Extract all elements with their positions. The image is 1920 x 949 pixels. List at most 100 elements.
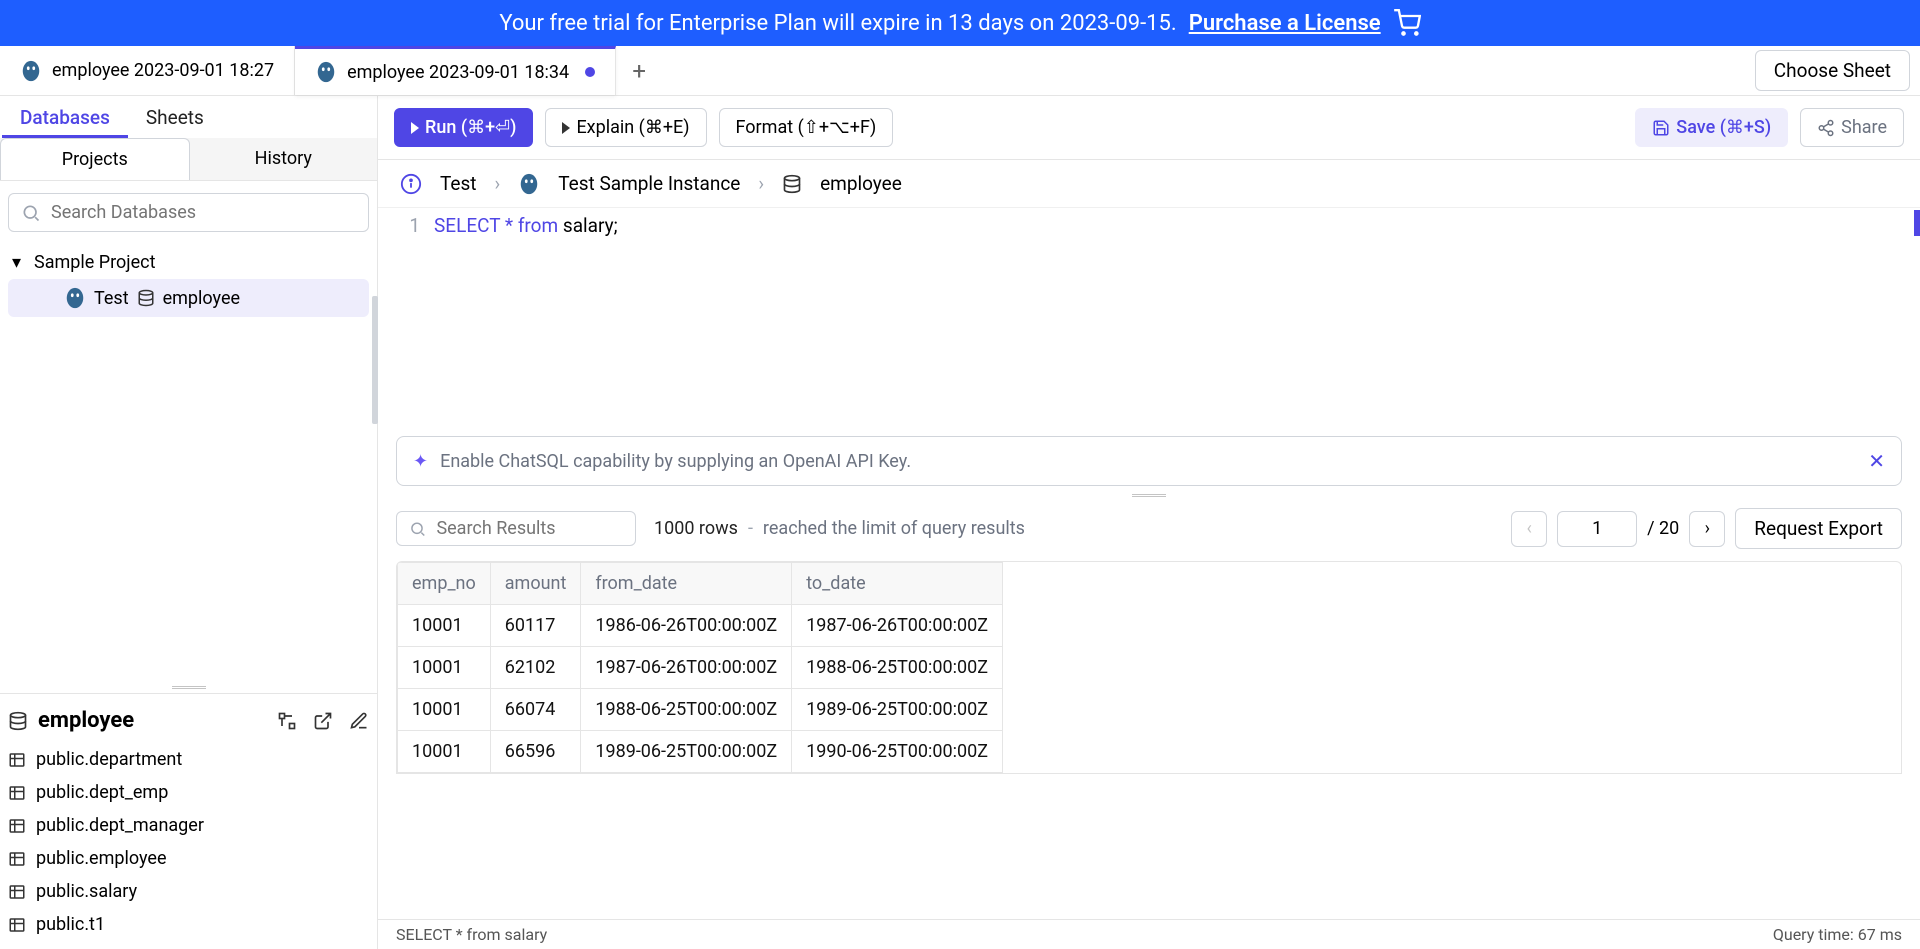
table-row[interactable]: public.employee (8, 842, 369, 875)
search-icon (409, 519, 426, 539)
bc-instance[interactable]: Test Sample Instance (558, 172, 740, 195)
table-row[interactable]: public.department (8, 743, 369, 776)
table-row[interactable]: public.t1 (8, 908, 369, 941)
share-icon (1817, 119, 1835, 137)
postgres-icon (64, 287, 86, 309)
table-row[interactable]: public.dept_emp (8, 776, 369, 809)
cell: 1987-06-26T00:00:00Z (792, 605, 1003, 647)
cell: 1990-06-25T00:00:00Z (792, 731, 1003, 773)
postgres-icon (20, 60, 42, 82)
close-icon[interactable]: ✕ (1868, 449, 1885, 473)
external-link-icon[interactable] (313, 711, 333, 731)
bc-database[interactable]: employee (820, 172, 902, 195)
table-row[interactable]: 10001660741988-06-25T00:00:00Z1989-06-25… (398, 689, 1003, 731)
add-tab-button[interactable]: + (616, 46, 662, 95)
sql-toolbar: Run (⌘+⏎) Explain (⌘+E) Format (⇧+⌥+F) S… (378, 96, 1920, 160)
save-icon (1652, 119, 1670, 137)
scroll-thumb[interactable] (1914, 210, 1920, 236)
table-name: public.department (36, 749, 182, 770)
search-databases-input[interactable] (51, 202, 356, 223)
postgres-icon (518, 173, 540, 195)
play-icon (411, 122, 419, 134)
table-row[interactable]: public.dept_manager (8, 809, 369, 842)
cell: 60117 (490, 605, 581, 647)
chatsql-banner[interactable]: ✦ Enable ChatSQL capability by supplying… (396, 436, 1902, 486)
row-count: 1000 rows (654, 518, 738, 539)
sparkle-icon: ✦ (413, 451, 428, 472)
status-bar: SELECT * from salary Query time: 67 ms (378, 919, 1920, 949)
cell: 1989-06-25T00:00:00Z (792, 689, 1003, 731)
trial-banner: Your free trial for Enterprise Plan will… (0, 0, 1920, 46)
vertical-resize-handle[interactable] (0, 681, 377, 693)
search-results-input[interactable] (436, 518, 623, 539)
sidebar-sub-tabs: Projects History (0, 138, 377, 181)
format-button[interactable]: Format (⇧+⌥+F) (719, 108, 894, 147)
table-row[interactable]: 10001621021987-06-26T00:00:00Z1988-06-25… (398, 647, 1003, 689)
info-icon[interactable] (400, 173, 422, 195)
modified-indicator (585, 67, 595, 77)
caret-down-icon: ▾ (12, 252, 26, 273)
search-results[interactable] (396, 511, 636, 546)
next-page-button[interactable]: › (1689, 511, 1725, 547)
database-icon (137, 289, 155, 307)
table-icon (8, 751, 26, 769)
purchase-link[interactable]: Purchase a License (1189, 11, 1381, 36)
table-name: public.dept_emp (36, 782, 168, 803)
tab-sheets[interactable]: Sheets (128, 96, 222, 138)
breadcrumb: Test › Test Sample Instance › employee (378, 160, 1920, 208)
bc-project[interactable]: Test (440, 172, 477, 195)
export-button[interactable]: Request Export (1735, 508, 1902, 549)
database-icon (8, 711, 28, 731)
play-icon (562, 122, 570, 134)
explain-label: Explain (⌘+E) (576, 117, 689, 138)
sql-editor[interactable]: 1 SELECT * from salary; (378, 208, 1920, 428)
save-label: Save (⌘+S) (1676, 117, 1771, 138)
panel-resize-handle[interactable] (372, 296, 378, 424)
code-line: SELECT * from salary; (434, 214, 1920, 428)
postgres-icon (315, 61, 337, 83)
save-button[interactable]: Save (⌘+S) (1635, 108, 1788, 147)
tab-bar: employee 2023-09-01 18:27 employee 2023-… (0, 46, 1920, 96)
col-header[interactable]: amount (490, 563, 581, 605)
database-node[interactable]: Test employee (8, 279, 369, 317)
tab-label: employee 2023-09-01 18:34 (347, 62, 569, 83)
search-icon (21, 203, 41, 223)
table-row[interactable]: 10001601171986-06-26T00:00:00Z1987-06-26… (398, 605, 1003, 647)
limit-text: reached the limit of query results (763, 518, 1025, 539)
query-time: Query time: 67 ms (1773, 925, 1902, 944)
col-header[interactable]: from_date (581, 563, 792, 605)
prev-page-button[interactable]: ‹ (1511, 511, 1547, 547)
tab-history[interactable]: History (190, 138, 378, 180)
col-header[interactable]: to_date (792, 563, 1003, 605)
edit-icon[interactable] (349, 711, 369, 731)
run-label: Run (⌘+⏎) (425, 117, 516, 138)
tab-projects[interactable]: Projects (0, 138, 190, 180)
page-input[interactable] (1557, 511, 1637, 547)
schema-title: employee (38, 708, 134, 733)
col-header[interactable]: emp_no (398, 563, 491, 605)
run-button[interactable]: Run (⌘+⏎) (394, 108, 533, 147)
table-row[interactable]: 10001665961989-06-25T00:00:00Z1990-06-25… (398, 731, 1003, 773)
sheet-tab-0[interactable]: employee 2023-09-01 18:27 (0, 46, 295, 95)
choose-sheet-button[interactable]: Choose Sheet (1755, 50, 1910, 91)
sidebar: Databases Sheets Projects History ▾ Samp… (0, 96, 378, 949)
chevron-right-icon: › (495, 172, 501, 195)
table-row[interactable]: public.salary (8, 875, 369, 908)
sheet-tab-1[interactable]: employee 2023-09-01 18:34 (295, 46, 616, 95)
explain-button[interactable]: Explain (⌘+E) (545, 108, 706, 147)
tab-databases[interactable]: Databases (2, 96, 128, 138)
share-button[interactable]: Share (1800, 108, 1904, 147)
table-name: public.salary (36, 881, 137, 902)
cell: 1988-06-25T00:00:00Z (792, 647, 1003, 689)
horizontal-resize-handle[interactable] (378, 488, 1920, 502)
cell: 10001 (398, 731, 491, 773)
database-icon (782, 174, 802, 194)
cell: 1987-06-26T00:00:00Z (581, 647, 792, 689)
keyword: from (518, 214, 558, 237)
project-node[interactable]: ▾ Sample Project (8, 246, 369, 279)
table-icon (8, 817, 26, 835)
schema-diagram-icon[interactable] (277, 711, 297, 731)
code-text: salary; (563, 214, 618, 237)
search-databases[interactable] (8, 193, 369, 232)
table-name: public.employee (36, 848, 167, 869)
